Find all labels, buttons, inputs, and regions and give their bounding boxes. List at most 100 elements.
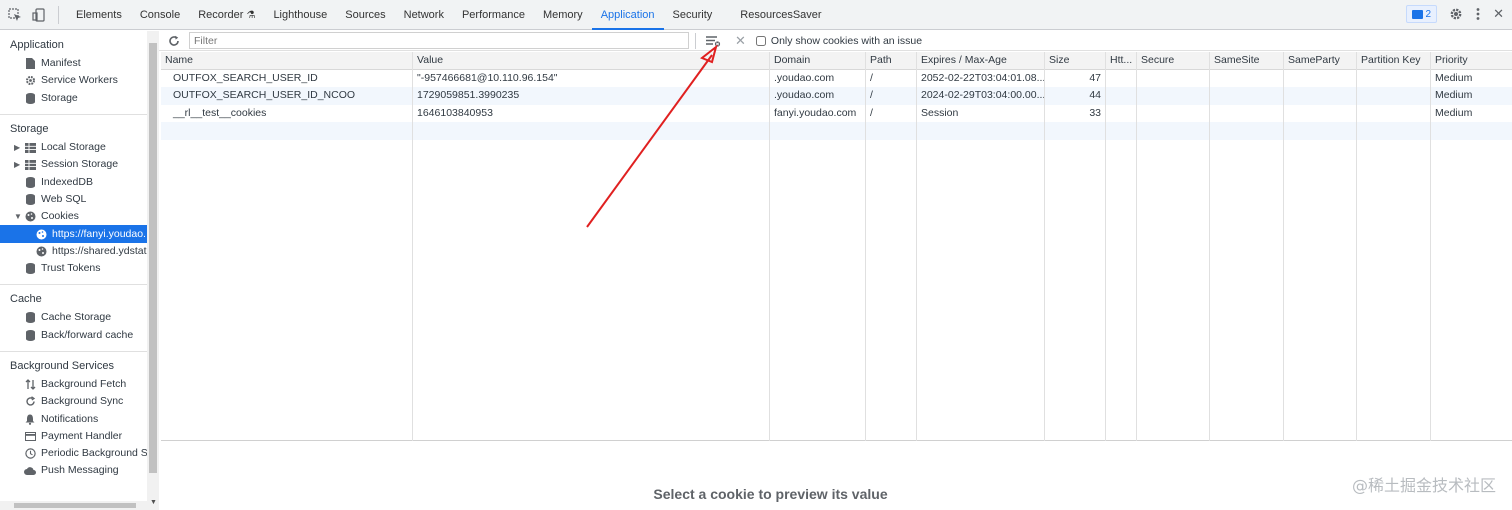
section-title-application: Application: [10, 39, 64, 51]
cell-path: /: [866, 87, 917, 105]
column-header-size[interactable]: Size: [1045, 52, 1106, 69]
clock-icon: [24, 448, 36, 460]
more-options-icon[interactable]: [1475, 7, 1481, 21]
sidebar-scrollbar[interactable]: ▼: [147, 31, 159, 510]
tab-security[interactable]: Security: [664, 0, 722, 30]
sidebar-item-label: Cookies: [41, 210, 79, 223]
sidebar-item-session-storage[interactable]: ▶ Session Storage: [0, 156, 147, 173]
cell-sameparty: [1284, 69, 1357, 87]
sidebar-item-push-messaging[interactable]: Push Messaging: [0, 462, 147, 479]
tab-memory[interactable]: Memory: [534, 0, 592, 30]
sidebar-item-cookie-origin-fanyi[interactable]: https://fanyi.youdao.: [0, 225, 147, 243]
gear-icon: [24, 75, 36, 87]
sidebar-item-manifest[interactable]: Manifest: [0, 55, 147, 72]
sidebar-item-label: Periodic Background Sy: [41, 447, 147, 460]
cell-samesite: [1210, 87, 1284, 105]
cookie-icon: [35, 228, 47, 240]
tab-performance[interactable]: Performance: [453, 0, 534, 30]
sidebar-item-payment-handler[interactable]: Payment Handler: [0, 428, 147, 445]
sidebar-item-cookies[interactable]: ▼ Cookies: [0, 208, 147, 225]
sidebar-item-service-workers[interactable]: Service Workers: [0, 72, 147, 89]
sidebar-item-cookie-origin-shared[interactable]: https://shared.ydstat: [0, 243, 147, 260]
column-header-value[interactable]: Value: [413, 52, 770, 69]
toolbar-separator: [58, 5, 59, 24]
database-icon: [24, 263, 36, 275]
gear-icon[interactable]: [1449, 7, 1463, 21]
sidebar-item-periodic-background-sync[interactable]: Periodic Background Sy: [0, 445, 147, 462]
tab-recorder[interactable]: Recorder ⚗: [189, 0, 264, 30]
device-toolbar-icon[interactable]: [32, 7, 46, 22]
clear-filtered-cookies-button[interactable]: [706, 35, 721, 47]
sidebar-item-cache-storage[interactable]: Cache Storage: [0, 309, 147, 326]
tab-label: Elements: [76, 8, 122, 21]
sidebar-horizontal-scrollbar[interactable]: [0, 501, 147, 510]
close-devtools-icon[interactable]: ✕: [1493, 6, 1504, 22]
sidebar-item-notifications[interactable]: Notifications: [0, 410, 147, 427]
refresh-button[interactable]: [159, 35, 189, 47]
tab-application[interactable]: Application: [591, 0, 664, 30]
tab-resourcessaver[interactable]: ResourcesSaver: [731, 0, 830, 30]
bell-icon: [24, 413, 36, 425]
expand-arrow-icon[interactable]: ▶: [14, 156, 20, 173]
cell-samesite: [1210, 69, 1284, 87]
tab-network[interactable]: Network: [395, 0, 453, 30]
cookie-preview-pane: Select a cookie to preview its value: [159, 441, 1512, 510]
column-header-name[interactable]: Name: [161, 52, 413, 69]
sidebar-item-indexeddb[interactable]: IndexedDB: [0, 173, 147, 190]
inspect-element-icon[interactable]: [8, 7, 22, 22]
cell-sameparty: [1284, 104, 1357, 122]
tab-label: Security: [672, 8, 713, 21]
sidebar-item-label: Storage: [41, 91, 78, 104]
sidebar-item-label: https://shared.ydstat: [52, 244, 147, 257]
sidebar-item-label: Web SQL: [41, 192, 87, 205]
tab-console[interactable]: Console: [131, 0, 189, 30]
sidebar-item-back-forward-cache[interactable]: Back/forward cache: [0, 327, 147, 344]
database-icon: [24, 329, 36, 341]
sidebar-divider: [0, 113, 147, 115]
collapse-arrow-icon[interactable]: ▼: [14, 208, 22, 225]
sidebar-item-storage[interactable]: Storage: [0, 90, 147, 107]
cell-name: __rl__test__cookies: [161, 104, 413, 122]
clear-all-icon[interactable]: ✕: [735, 33, 746, 49]
column-header-samesite[interactable]: SameSite: [1210, 52, 1284, 69]
scroll-down-arrow-icon[interactable]: ▼: [150, 499, 157, 506]
tab-lighthouse[interactable]: Lighthouse: [264, 0, 336, 30]
expand-arrow-icon[interactable]: ▶: [14, 139, 20, 156]
column-header-path[interactable]: Path: [866, 52, 917, 69]
cookies-panel: ✕ Only show cookies with an issue Name V…: [159, 31, 1512, 510]
scrollbar-thumb[interactable]: [14, 503, 136, 508]
tab-sources[interactable]: Sources: [336, 0, 394, 30]
cell-value: 1729059851.3990235: [413, 87, 770, 105]
tab-elements[interactable]: Elements: [67, 0, 131, 30]
cookies-toolbar: ✕ Only show cookies with an issue: [159, 31, 1512, 51]
column-header-secure[interactable]: Secure: [1137, 52, 1210, 69]
sidebar-item-local-storage[interactable]: ▶ Local Storage: [0, 139, 147, 156]
column-header-expires[interactable]: Expires / Max-Age: [917, 52, 1045, 69]
sidebar-item-background-sync[interactable]: Background Sync: [0, 393, 147, 410]
only-issues-checkbox[interactable]: Only show cookies with an issue: [755, 35, 922, 47]
table-row[interactable]: OUTFOX_SEARCH_USER_ID "-957466681@10.110…: [161, 69, 1512, 87]
sidebar-item-web-sql[interactable]: Web SQL: [0, 191, 147, 208]
table-row[interactable]: OUTFOX_SEARCH_USER_ID_NCOO 1729059851.39…: [161, 87, 1512, 105]
sidebar-item-label: Notifications: [41, 412, 99, 425]
column-header-partition-key[interactable]: Partition Key: [1357, 52, 1431, 69]
column-header-httponly[interactable]: Htt...: [1106, 52, 1137, 69]
scrollbar-thumb[interactable]: [149, 43, 157, 473]
grid-icon: [24, 142, 36, 154]
column-header-priority[interactable]: Priority: [1431, 52, 1512, 69]
only-issues-checkbox-input[interactable]: [755, 35, 766, 46]
sidebar-item-label: Background Sync: [41, 395, 124, 408]
filter-input[interactable]: [189, 32, 689, 49]
issues-badge[interactable]: 2: [1405, 5, 1438, 23]
grid-icon: [24, 159, 36, 171]
cell-name: OUTFOX_SEARCH_USER_ID: [161, 69, 413, 87]
sidebar-item-background-fetch[interactable]: Background Fetch: [0, 376, 147, 393]
empty-table-row: [161, 122, 1512, 140]
column-header-sameparty[interactable]: SameParty: [1284, 52, 1357, 69]
cell-path: /: [866, 104, 917, 122]
table-row[interactable]: __rl__test__cookies 1646103840953 fanyi.…: [161, 104, 1512, 122]
cell-sameparty: [1284, 87, 1357, 105]
cell-name: OUTFOX_SEARCH_USER_ID_NCOO: [161, 87, 413, 105]
sidebar-item-trust-tokens[interactable]: Trust Tokens: [0, 260, 147, 277]
column-header-domain[interactable]: Domain: [770, 52, 866, 69]
